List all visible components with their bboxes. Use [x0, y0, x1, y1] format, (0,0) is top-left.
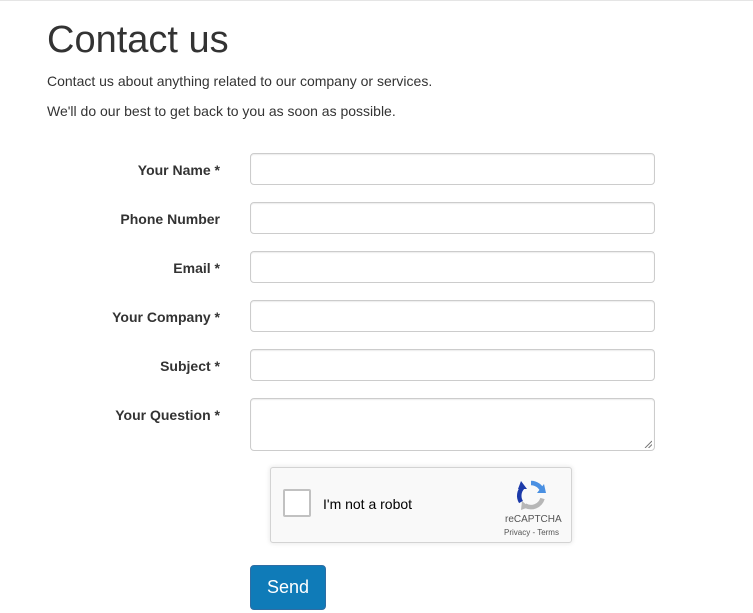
your-company-input[interactable] [250, 300, 655, 332]
recaptcha-checkbox[interactable] [283, 489, 311, 517]
your-question-label: Your Question * [115, 407, 220, 423]
your-name-input[interactable] [250, 153, 655, 185]
email-label: Email * [173, 260, 220, 276]
phone-number-label: Phone Number [120, 211, 220, 227]
send-button[interactable]: Send [250, 565, 326, 610]
recaptcha-label: I'm not a robot [323, 496, 413, 512]
recaptcha-widget: I'm not a robot reCAPTCHA Privacy - Term… [270, 467, 572, 543]
page-title: Contact us [47, 19, 229, 61]
your-name-label: Your Name * [137, 162, 220, 178]
email-input[interactable] [250, 251, 655, 283]
subject-label: Subject * [160, 358, 220, 374]
subject-input[interactable] [250, 349, 655, 381]
recaptcha-logo-icon [517, 480, 546, 510]
phone-number-input[interactable] [250, 202, 655, 234]
your-company-label: Your Company * [112, 309, 220, 325]
your-question-textarea[interactable] [250, 398, 655, 451]
intro-text-secondary: We'll do our best to get back to you as … [47, 103, 396, 119]
recaptcha-brand: reCAPTCHA [505, 514, 562, 525]
recaptcha-privacy-terms-links[interactable]: Privacy - Terms [504, 528, 559, 538]
resize-grip-icon[interactable] [644, 440, 652, 448]
intro-text: Contact us about anything related to our… [47, 73, 433, 89]
contact-page: Contact us Contact us about anything rel… [0, 0, 753, 613]
